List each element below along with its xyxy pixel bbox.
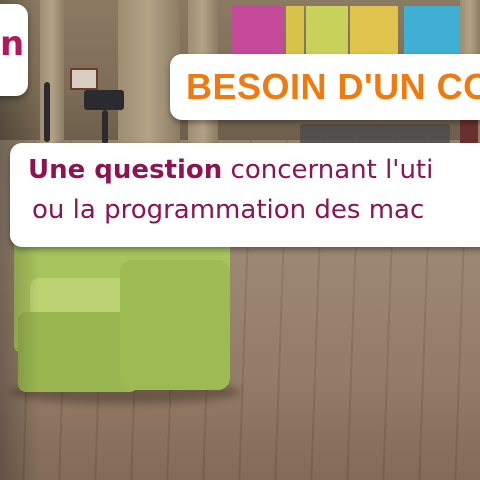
- question-line-1-rest: concernant l'uti: [222, 155, 434, 185]
- colored-wall-panel: [232, 6, 284, 58]
- armchair-arm: [120, 260, 230, 390]
- question-line-2: ou la programmation des mac: [32, 195, 425, 225]
- question-line-1: Une question concernant l'uti: [28, 155, 433, 185]
- exercise-machine: [44, 82, 50, 142]
- exercise-machines-row: [300, 124, 450, 144]
- exercise-machine: [84, 90, 124, 110]
- title-caption-box: BESOIN D'UN CO: [170, 54, 480, 120]
- question-caption-box: Une question concernant l'uti ou la prog…: [10, 143, 480, 247]
- title-caption-text: BESOIN D'UN CO: [186, 66, 480, 107]
- colored-wall-panel: [404, 6, 460, 58]
- question-emphasis: Une question: [28, 155, 223, 185]
- colored-wall-panel: [350, 6, 398, 58]
- partial-caption-box: n: [0, 4, 28, 96]
- framed-poster: [70, 68, 98, 90]
- colored-wall-panel: [306, 6, 348, 58]
- exercise-machine: [102, 110, 108, 144]
- partial-caption-text: n: [0, 24, 25, 64]
- colored-wall-panel: [286, 6, 304, 58]
